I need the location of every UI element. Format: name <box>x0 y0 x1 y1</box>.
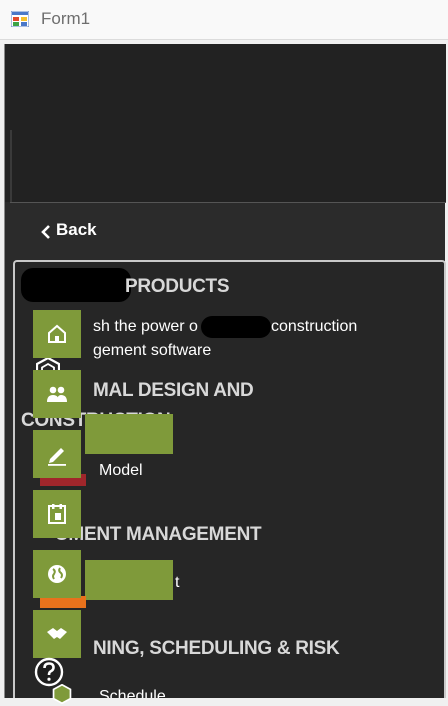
products-body-1b: construction <box>271 318 358 335</box>
doc-heading: UMENT MANAGEMENT <box>55 524 262 545</box>
window-title: Form1 <box>41 9 91 28</box>
back-label: Back <box>56 220 97 239</box>
products-body-1a: sh the power o <box>93 318 198 335</box>
handshake-icon <box>47 628 67 639</box>
doc-item-tail: t <box>175 574 180 591</box>
help-icon[interactable] <box>33 656 65 688</box>
globe-icon <box>48 565 66 583</box>
products-body-2: gement software <box>93 342 212 359</box>
app-icon <box>11 11 29 27</box>
home-icon <box>48 324 66 343</box>
home-button[interactable] <box>33 310 81 358</box>
formal-heading-1: MAL DESIGN AND <box>93 380 254 401</box>
menu-item-highlight[interactable] <box>85 414 173 454</box>
products-heading: PRODUCTS <box>125 276 230 297</box>
users-icon <box>47 386 67 402</box>
edit-button[interactable] <box>33 430 81 478</box>
title-bar: Form1 <box>0 0 448 40</box>
chevron-left-icon <box>41 225 50 239</box>
planning-heading: NING, SCHEDULING & RISK <box>93 638 340 659</box>
calendar-button[interactable] <box>33 490 81 538</box>
edit-icon <box>48 448 66 466</box>
header-band <box>5 44 446 202</box>
header-edge <box>10 130 12 202</box>
users-button[interactable] <box>33 370 81 418</box>
globe-button[interactable] <box>33 550 81 598</box>
header-separator <box>10 202 446 203</box>
redaction-mark <box>201 316 271 338</box>
menu-item-highlight[interactable] <box>85 560 173 600</box>
model-label[interactable]: Model <box>99 462 143 480</box>
calendar-icon <box>48 504 66 524</box>
schedule-label[interactable]: Schedule <box>99 688 166 698</box>
partners-button[interactable] <box>33 610 81 658</box>
redaction-mark <box>21 268 131 302</box>
